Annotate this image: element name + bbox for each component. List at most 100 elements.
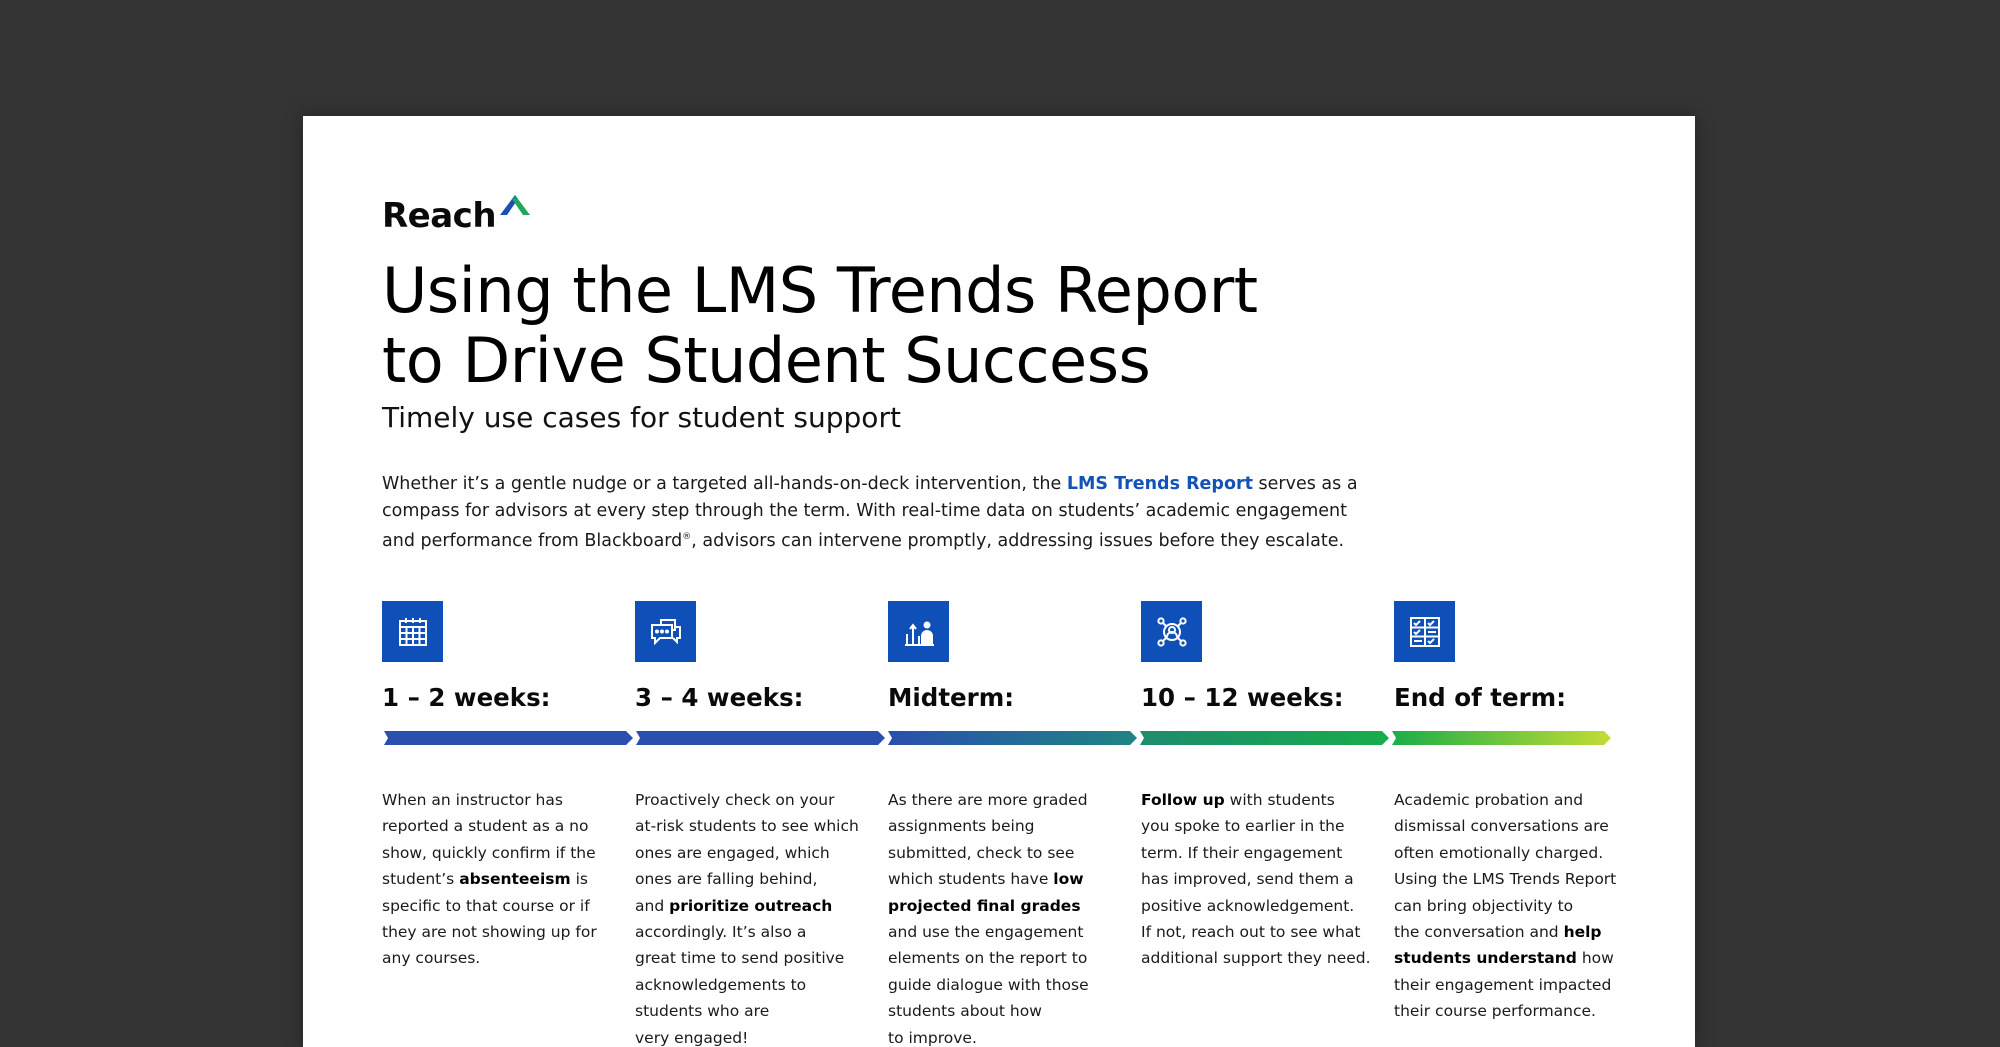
- text-line: ones are falling behind,: [635, 870, 818, 889]
- text-line: any courses.: [382, 949, 481, 968]
- timeline-segment-1: [384, 731, 633, 745]
- text-fragment: is: [570, 870, 588, 889]
- document-page: Reach Using the LMS Trends Report to Dri…: [303, 116, 1695, 1047]
- timeline-column-midterm: Midterm: As there are more graded assign…: [888, 601, 1128, 1047]
- text-line: the conversation and help: [1394, 919, 1634, 945]
- timeline-bar: [384, 731, 1611, 745]
- text-line: their engagement impacted: [1394, 975, 1612, 994]
- column-heading: End of term:: [1394, 683, 1567, 712]
- text-line: additional support they need.: [1141, 949, 1371, 968]
- text-line: to improve.: [888, 1028, 977, 1047]
- column-heading: 1 – 2 weeks:: [382, 683, 551, 712]
- logo-chevron-icon: [500, 195, 531, 215]
- intro-text: , advisors can intervene promptly, addre…: [691, 530, 1345, 551]
- text-line: positive acknowledgement.: [1141, 896, 1355, 915]
- intro-paragraph: Whether it’s a gentle nudge or a targete…: [382, 471, 1382, 554]
- text-fragment: with students: [1224, 791, 1335, 809]
- text-line: which students have low: [888, 866, 1128, 892]
- emphasis-text: prioritize outreach: [669, 896, 833, 915]
- text-line: term. If their engagement: [1141, 843, 1343, 862]
- column-description: Proactively check on your at-risk studen…: [635, 787, 875, 1047]
- text-line: elements on the report to: [888, 949, 1088, 968]
- text-fragment: which students have: [888, 870, 1054, 889]
- reach-logo: Reach: [382, 191, 531, 236]
- text-line: can bring objectivity to: [1394, 896, 1574, 915]
- checklist-grid-icon: [1394, 601, 1455, 662]
- emphasis-text: help: [1563, 923, 1602, 942]
- text-line: acknowledgements to: [635, 975, 807, 994]
- text-line: When an instructor has: [382, 791, 563, 809]
- timeline-column-3-4-weeks: 3 – 4 weeks: Proactively check on your a…: [635, 601, 875, 1047]
- text-line: specific to that course or if: [382, 896, 590, 915]
- registered-mark: ®: [682, 532, 692, 542]
- grades-chart-icon: [888, 601, 949, 662]
- text-line: very engaged!: [635, 1028, 749, 1047]
- text-line: Follow up with students: [1141, 787, 1381, 813]
- lms-trends-report-link[interactable]: LMS Trends Report: [1067, 474, 1253, 494]
- text-line: they are not showing up for: [382, 923, 597, 942]
- text-line: often emotionally charged.: [1394, 843, 1604, 862]
- text-line: great time to send positive: [635, 949, 845, 968]
- text-line: Academic probation and: [1394, 791, 1584, 809]
- timeline-column-1-2-weeks: 1 – 2 weeks: When an instructor has repo…: [382, 601, 622, 967]
- text-line: students about how: [888, 1002, 1042, 1021]
- logo-wordmark: Reach: [382, 196, 497, 236]
- text-line: show, quickly confirm if the: [382, 843, 596, 862]
- text-line: ones are engaged, which: [635, 843, 830, 862]
- text-line: projected final grades: [888, 893, 1128, 919]
- text-line: at-risk students to see which: [635, 817, 859, 836]
- text-line: As there are more graded: [888, 791, 1088, 809]
- intro-line-2: compass for advisors at every step throu…: [382, 500, 1347, 521]
- emphasis-text: students understand: [1394, 949, 1577, 968]
- text-line: accordingly. It’s also a: [635, 923, 807, 942]
- intro-text: serves as a: [1252, 474, 1358, 494]
- text-line: assignments being: [888, 817, 1035, 836]
- text-line: reported a student as a no: [382, 817, 589, 836]
- text-line: If not, reach out to see what: [1141, 923, 1361, 942]
- text-line: their course performance.: [1394, 1002, 1596, 1021]
- page-subtitle: Timely use cases for student support: [382, 401, 901, 434]
- timeline-segment-5: [1392, 731, 1611, 745]
- text-fragment: student’s: [382, 870, 460, 889]
- timeline-segment-3: [888, 731, 1137, 745]
- page-title: Using the LMS Trends Report to Drive Stu…: [382, 256, 1382, 396]
- text-fragment: the conversation and: [1394, 923, 1564, 942]
- text-line: student’s absenteeism is: [382, 866, 622, 892]
- text-line: and use the engagement: [888, 923, 1084, 942]
- text-line: submitted, check to see: [888, 843, 1075, 862]
- emphasis-text: Follow up: [1141, 791, 1225, 809]
- text-fragment: how: [1576, 949, 1614, 968]
- column-description: Follow up with students you spoke to ear…: [1141, 787, 1381, 972]
- column-description: As there are more graded assignments bei…: [888, 787, 1128, 1047]
- intro-text: Whether it’s a gentle nudge or a targete…: [382, 474, 1067, 494]
- calendar-icon: [382, 601, 443, 662]
- intro-line-3: and performance from Blackboard®, adviso…: [382, 524, 1382, 554]
- emphasis-text: projected final grades: [888, 896, 1081, 915]
- text-line: guide dialogue with those: [888, 975, 1089, 994]
- timeline-column-end-of-term: End of term: Academic probation and dism…: [1394, 601, 1634, 1020]
- text-fragment: and: [635, 896, 670, 915]
- emphasis-text: low: [1053, 870, 1084, 889]
- intro-line-1: Whether it’s a gentle nudge or a targete…: [382, 471, 1382, 498]
- text-line: Using the LMS Trends Report: [1394, 870, 1617, 889]
- network-people-icon: [1141, 601, 1202, 662]
- column-heading: 3 – 4 weeks:: [635, 683, 804, 712]
- text-line: students understand how: [1394, 945, 1634, 971]
- timeline-segment-2: [636, 731, 885, 745]
- page-title-line-2: to Drive Student Success: [382, 324, 1151, 397]
- text-line: you spoke to earlier in the: [1141, 817, 1345, 836]
- chat-bubbles-icon: [635, 601, 696, 662]
- column-description: Academic probation and dismissal convers…: [1394, 787, 1634, 1025]
- column-heading: Midterm:: [888, 683, 1015, 712]
- emphasis-text: absenteeism: [459, 870, 571, 889]
- text-line: students who are: [635, 1002, 770, 1021]
- text-line: and prioritize outreach: [635, 893, 875, 919]
- column-heading: 10 – 12 weeks:: [1141, 683, 1344, 712]
- text-line: dismissal conversations are: [1394, 817, 1609, 836]
- timeline-segment-4: [1140, 731, 1389, 745]
- intro-text: and performance from Blackboard: [382, 530, 683, 551]
- text-line: Proactively check on your: [635, 791, 835, 809]
- page-title-line-1: Using the LMS Trends Report: [382, 254, 1258, 327]
- timeline-column-10-12-weeks: 10 – 12 weeks: Follow up with students y…: [1141, 601, 1381, 967]
- column-description: When an instructor has reported a studen…: [382, 787, 622, 972]
